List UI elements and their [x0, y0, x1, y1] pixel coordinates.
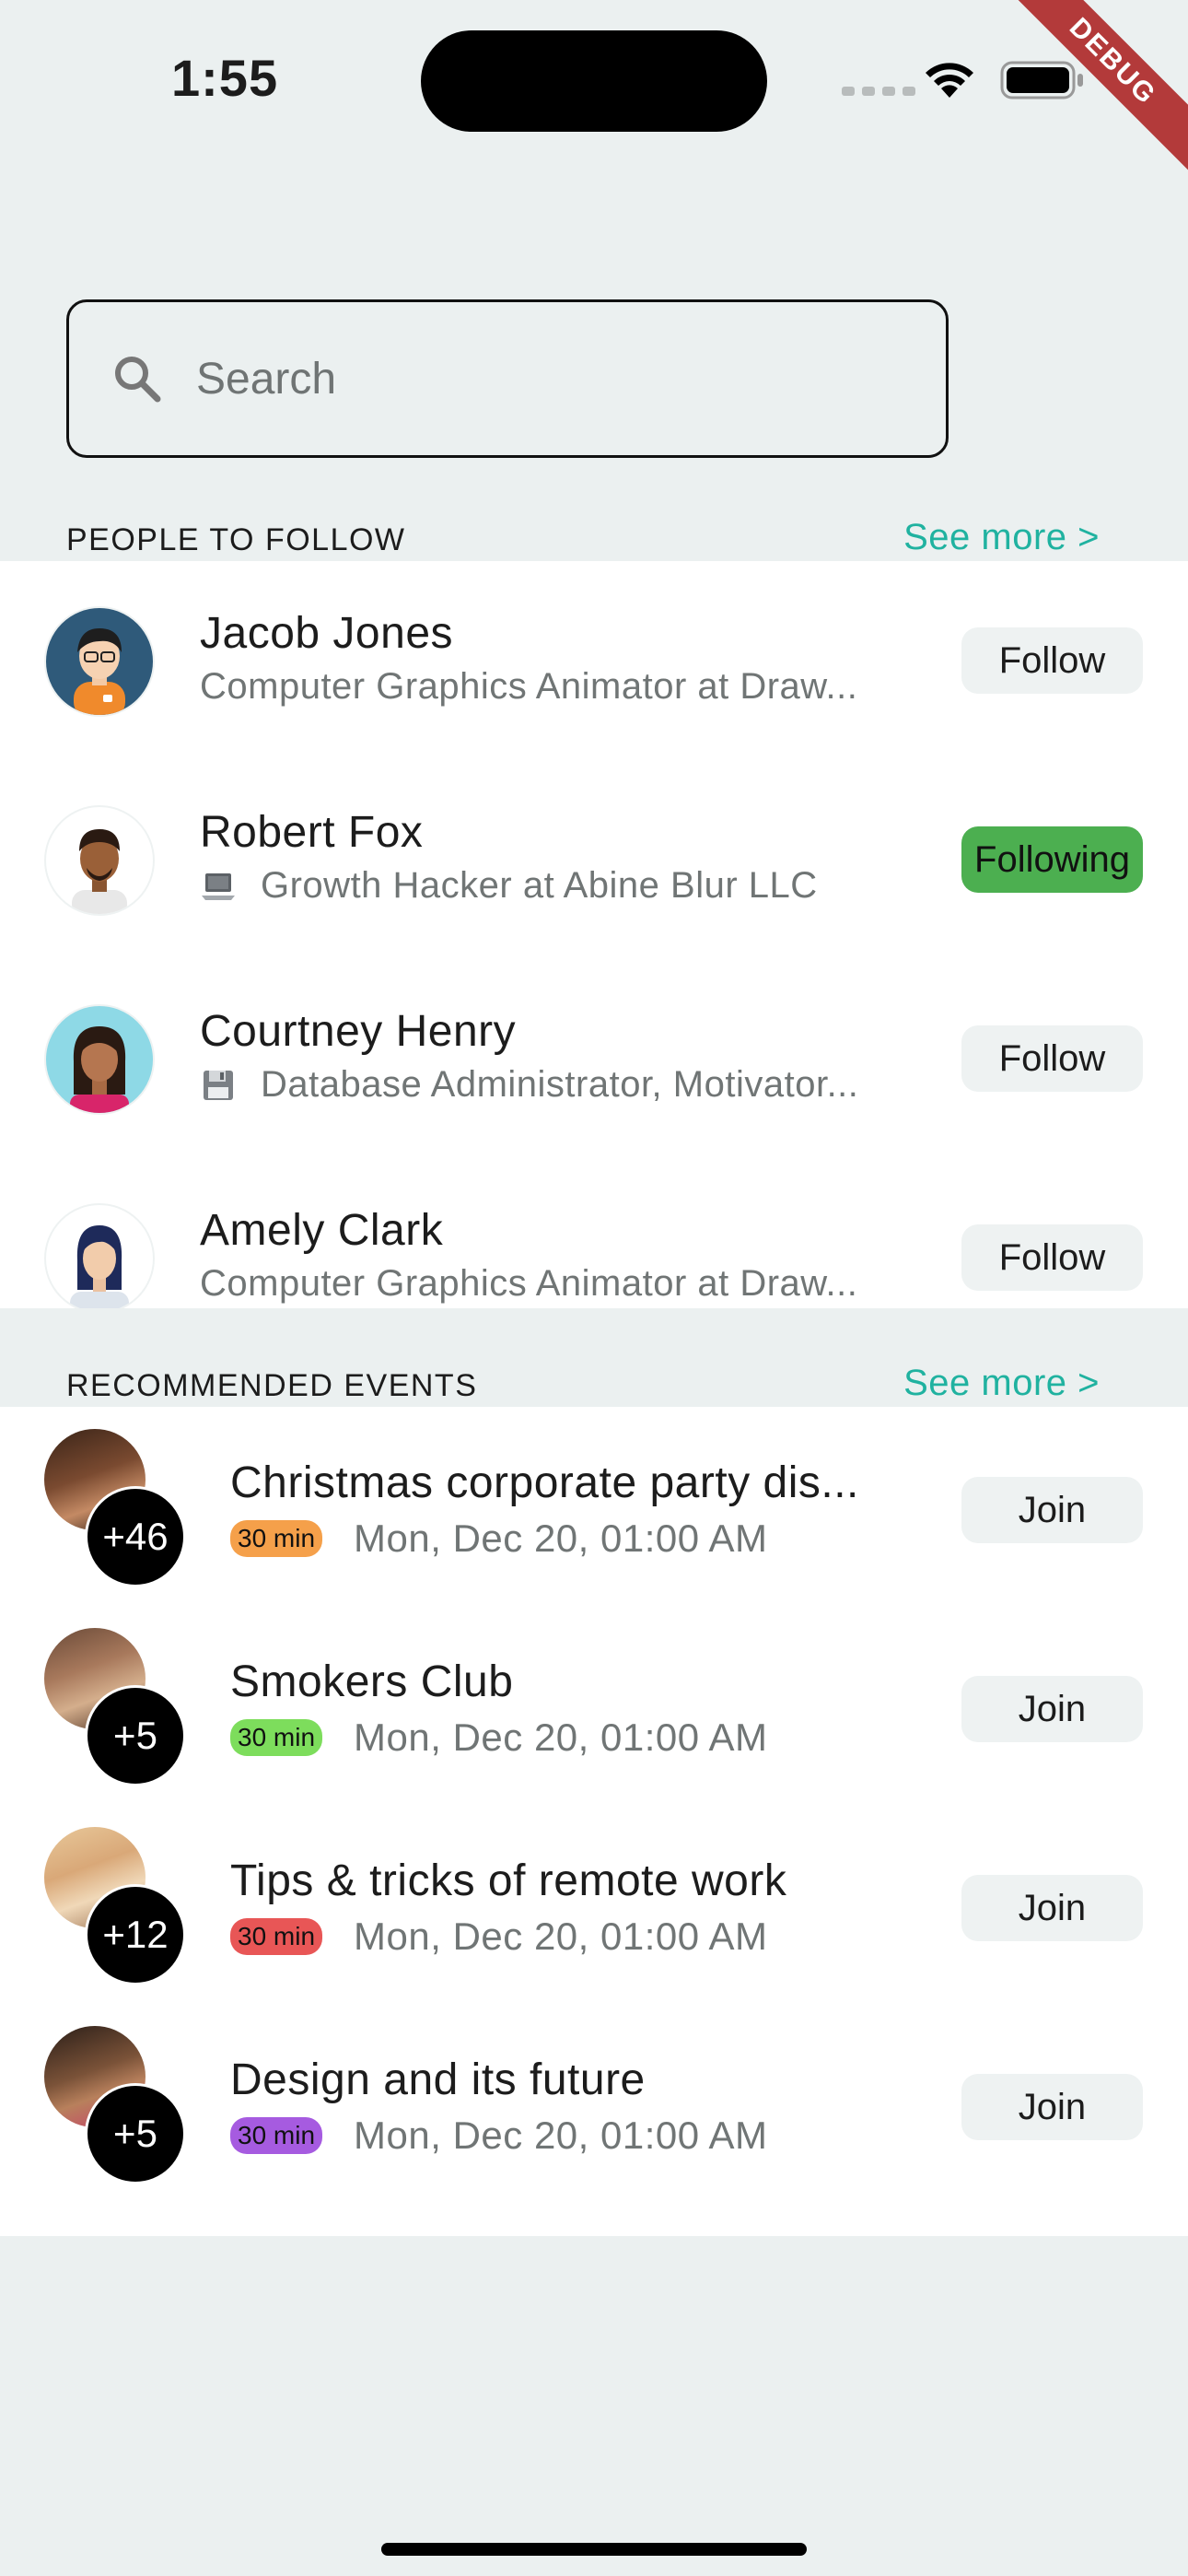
join-button[interactable]: Join — [961, 1875, 1143, 1941]
event-row[interactable]: +5 Smokers Club 30 min Mon, Dec 20, 01:0… — [0, 1606, 1188, 1805]
person-name: Courtney Henry — [200, 1007, 517, 1056]
duration-badge: 30 min — [230, 2117, 323, 2154]
event-date: Mon, Dec 20, 01:00 AM — [354, 1715, 768, 1759]
attendee-count-badge: +12 — [85, 1884, 186, 1985]
search-bar[interactable] — [66, 299, 949, 458]
event-meta: 30 min Mon, Dec 20, 01:00 AM — [230, 1516, 767, 1561]
attendee-count-badge: +5 — [85, 1685, 186, 1786]
avatar — [44, 805, 155, 916]
floppy-disk-icon — [204, 1070, 233, 1100]
avatar — [44, 606, 155, 717]
join-button[interactable]: Join — [961, 1676, 1143, 1742]
event-title: Smokers Club — [230, 1657, 514, 1706]
person-name: Amely Clark — [200, 1206, 444, 1255]
event-row[interactable]: +46 Christmas corporate party dis... 30 … — [0, 1407, 1188, 1606]
follow-button[interactable]: Follow — [961, 1224, 1143, 1291]
event-meta: 30 min Mon, Dec 20, 01:00 AM — [230, 2113, 767, 2158]
wifi-icon — [926, 63, 973, 98]
attendee-count-badge: +5 — [85, 2083, 186, 2184]
people-see-more-link[interactable]: See more > — [903, 517, 1100, 558]
events-list: +46 Christmas corporate party dis... 30 … — [0, 1407, 1188, 2236]
event-date: Mon, Dec 20, 01:00 AM — [354, 2113, 768, 2157]
person-subtitle: Growth Hacker at Abine Blur LLC — [200, 865, 818, 907]
search-input[interactable] — [194, 352, 843, 405]
avatar — [44, 1004, 155, 1115]
home-indicator[interactable] — [381, 2543, 807, 2556]
person-name: Jacob Jones — [200, 609, 454, 658]
person-subtitle-text: Growth Hacker at Abine Blur LLC — [261, 865, 818, 906]
person-row-robert-fox[interactable]: Robert Fox Growth Hacker at Abine Blur L… — [0, 760, 1188, 959]
avatar — [44, 1203, 155, 1308]
event-meta: 30 min Mon, Dec 20, 01:00 AM — [230, 1914, 767, 1959]
join-button[interactable]: Join — [961, 1477, 1143, 1543]
person-subtitle-text: Database Administrator, Motivator... — [261, 1064, 859, 1105]
duration-badge: 30 min — [230, 1918, 323, 1955]
dynamic-island — [421, 30, 767, 132]
attendee-count-badge: +46 — [85, 1486, 186, 1587]
event-title: Tips & tricks of remote work — [230, 1856, 787, 1905]
event-date: Mon, Dec 20, 01:00 AM — [354, 1516, 768, 1560]
duration-badge: 30 min — [230, 1520, 323, 1557]
person-name: Robert Fox — [200, 808, 424, 857]
follow-button[interactable]: Follow — [961, 627, 1143, 694]
person-subtitle-text: Computer Graphics Animator at Draw... — [200, 1263, 858, 1304]
event-title: Christmas corporate party dis... — [230, 1458, 859, 1507]
events-section-title: RECOMMENDED EVENTS — [66, 1368, 478, 1403]
search-icon — [115, 357, 161, 403]
following-button[interactable]: Following — [961, 826, 1143, 893]
people-list: Jacob Jones Computer Graphics Animator a… — [0, 561, 1188, 1308]
person-row-jacob-jones[interactable]: Jacob Jones Computer Graphics Animator a… — [0, 561, 1188, 760]
duration-badge: 30 min — [230, 1719, 323, 1756]
join-button[interactable]: Join — [961, 2074, 1143, 2140]
people-section-title: PEOPLE TO FOLLOW — [66, 522, 406, 557]
laptop-icon — [202, 872, 235, 900]
person-subtitle: Computer Graphics Animator at Draw... — [200, 1263, 857, 1305]
event-title: Design and its future — [230, 2055, 646, 2104]
person-row-courtney-henry[interactable]: Courtney Henry Database Administrator, M… — [0, 959, 1188, 1158]
follow-button[interactable]: Follow — [961, 1025, 1143, 1092]
status-time: 1:55 — [171, 49, 279, 107]
events-see-more-link[interactable]: See more > — [903, 1363, 1100, 1404]
event-row[interactable]: +12 Tips & tricks of remote work 30 min … — [0, 1805, 1188, 2004]
event-row[interactable]: +5 Design and its future 30 min Mon, Dec… — [0, 2004, 1188, 2203]
event-meta: 30 min Mon, Dec 20, 01:00 AM — [230, 1715, 767, 1760]
battery-icon — [1000, 61, 1083, 100]
cellular-signal-icon — [842, 87, 915, 96]
person-subtitle: Database Administrator, Motivator... — [200, 1064, 858, 1106]
person-subtitle: Computer Graphics Animator at Draw... — [200, 666, 857, 708]
person-row-amely-clark[interactable]: Amely Clark Computer Graphics Animator a… — [0, 1158, 1188, 1308]
event-date: Mon, Dec 20, 01:00 AM — [354, 1914, 768, 1958]
person-subtitle-text: Computer Graphics Animator at Draw... — [200, 666, 858, 707]
